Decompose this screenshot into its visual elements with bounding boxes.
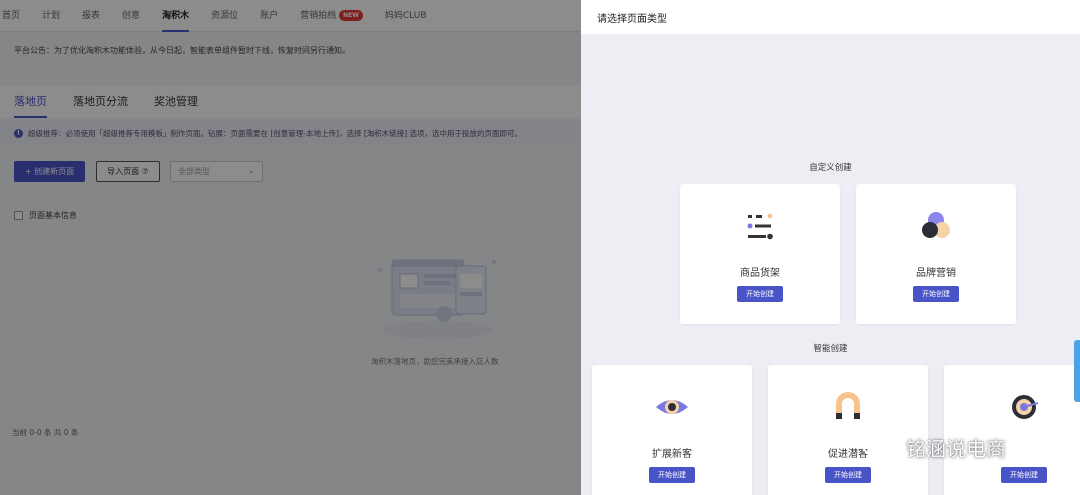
card-target[interactable]: 开始创建 xyxy=(944,365,1080,495)
shelf-icon xyxy=(747,213,773,240)
page-type-drawer: 请选择页面类型 自定义创建 商品货架 开始创建 品牌营销 开始创建 智能创建 扩… xyxy=(581,0,1080,495)
start-create-button[interactable]: 开始创建 xyxy=(649,467,695,483)
target-icon xyxy=(1012,395,1039,419)
eye-icon xyxy=(656,400,688,414)
side-handle[interactable] xyxy=(1074,340,1080,402)
start-create-button[interactable]: 开始创建 xyxy=(737,286,783,302)
card-brand-marketing[interactable]: 品牌营销 开始创建 xyxy=(856,184,1016,324)
magnet-icon xyxy=(836,392,860,419)
brand-circles-icon xyxy=(922,212,950,238)
card-label: 商品货架 xyxy=(740,268,780,279)
watermark-text: 铭涵说电商 xyxy=(906,436,1006,461)
card-expand-new-customers[interactable]: 扩展新客 开始创建 xyxy=(592,365,752,495)
drawer-title: 请选择页面类型 xyxy=(581,0,1080,34)
smart-section-title: 智能创建 xyxy=(813,344,848,354)
modal-overlay[interactable] xyxy=(0,0,581,495)
custom-section-title: 自定义创建 xyxy=(809,163,852,173)
card-label: 扩展新客 xyxy=(652,449,692,460)
start-create-button[interactable]: 开始创建 xyxy=(1001,467,1047,483)
wechat-icon xyxy=(862,434,898,459)
watermark: 铭涵说电商 xyxy=(860,432,1006,462)
start-create-button[interactable]: 开始创建 xyxy=(825,467,871,483)
card-product-shelf[interactable]: 商品货架 开始创建 xyxy=(680,184,840,324)
card-promote-potential[interactable]: 促进潜客 开始创建 xyxy=(768,365,928,495)
start-create-button[interactable]: 开始创建 xyxy=(913,286,959,302)
card-label: 品牌营销 xyxy=(916,268,956,279)
